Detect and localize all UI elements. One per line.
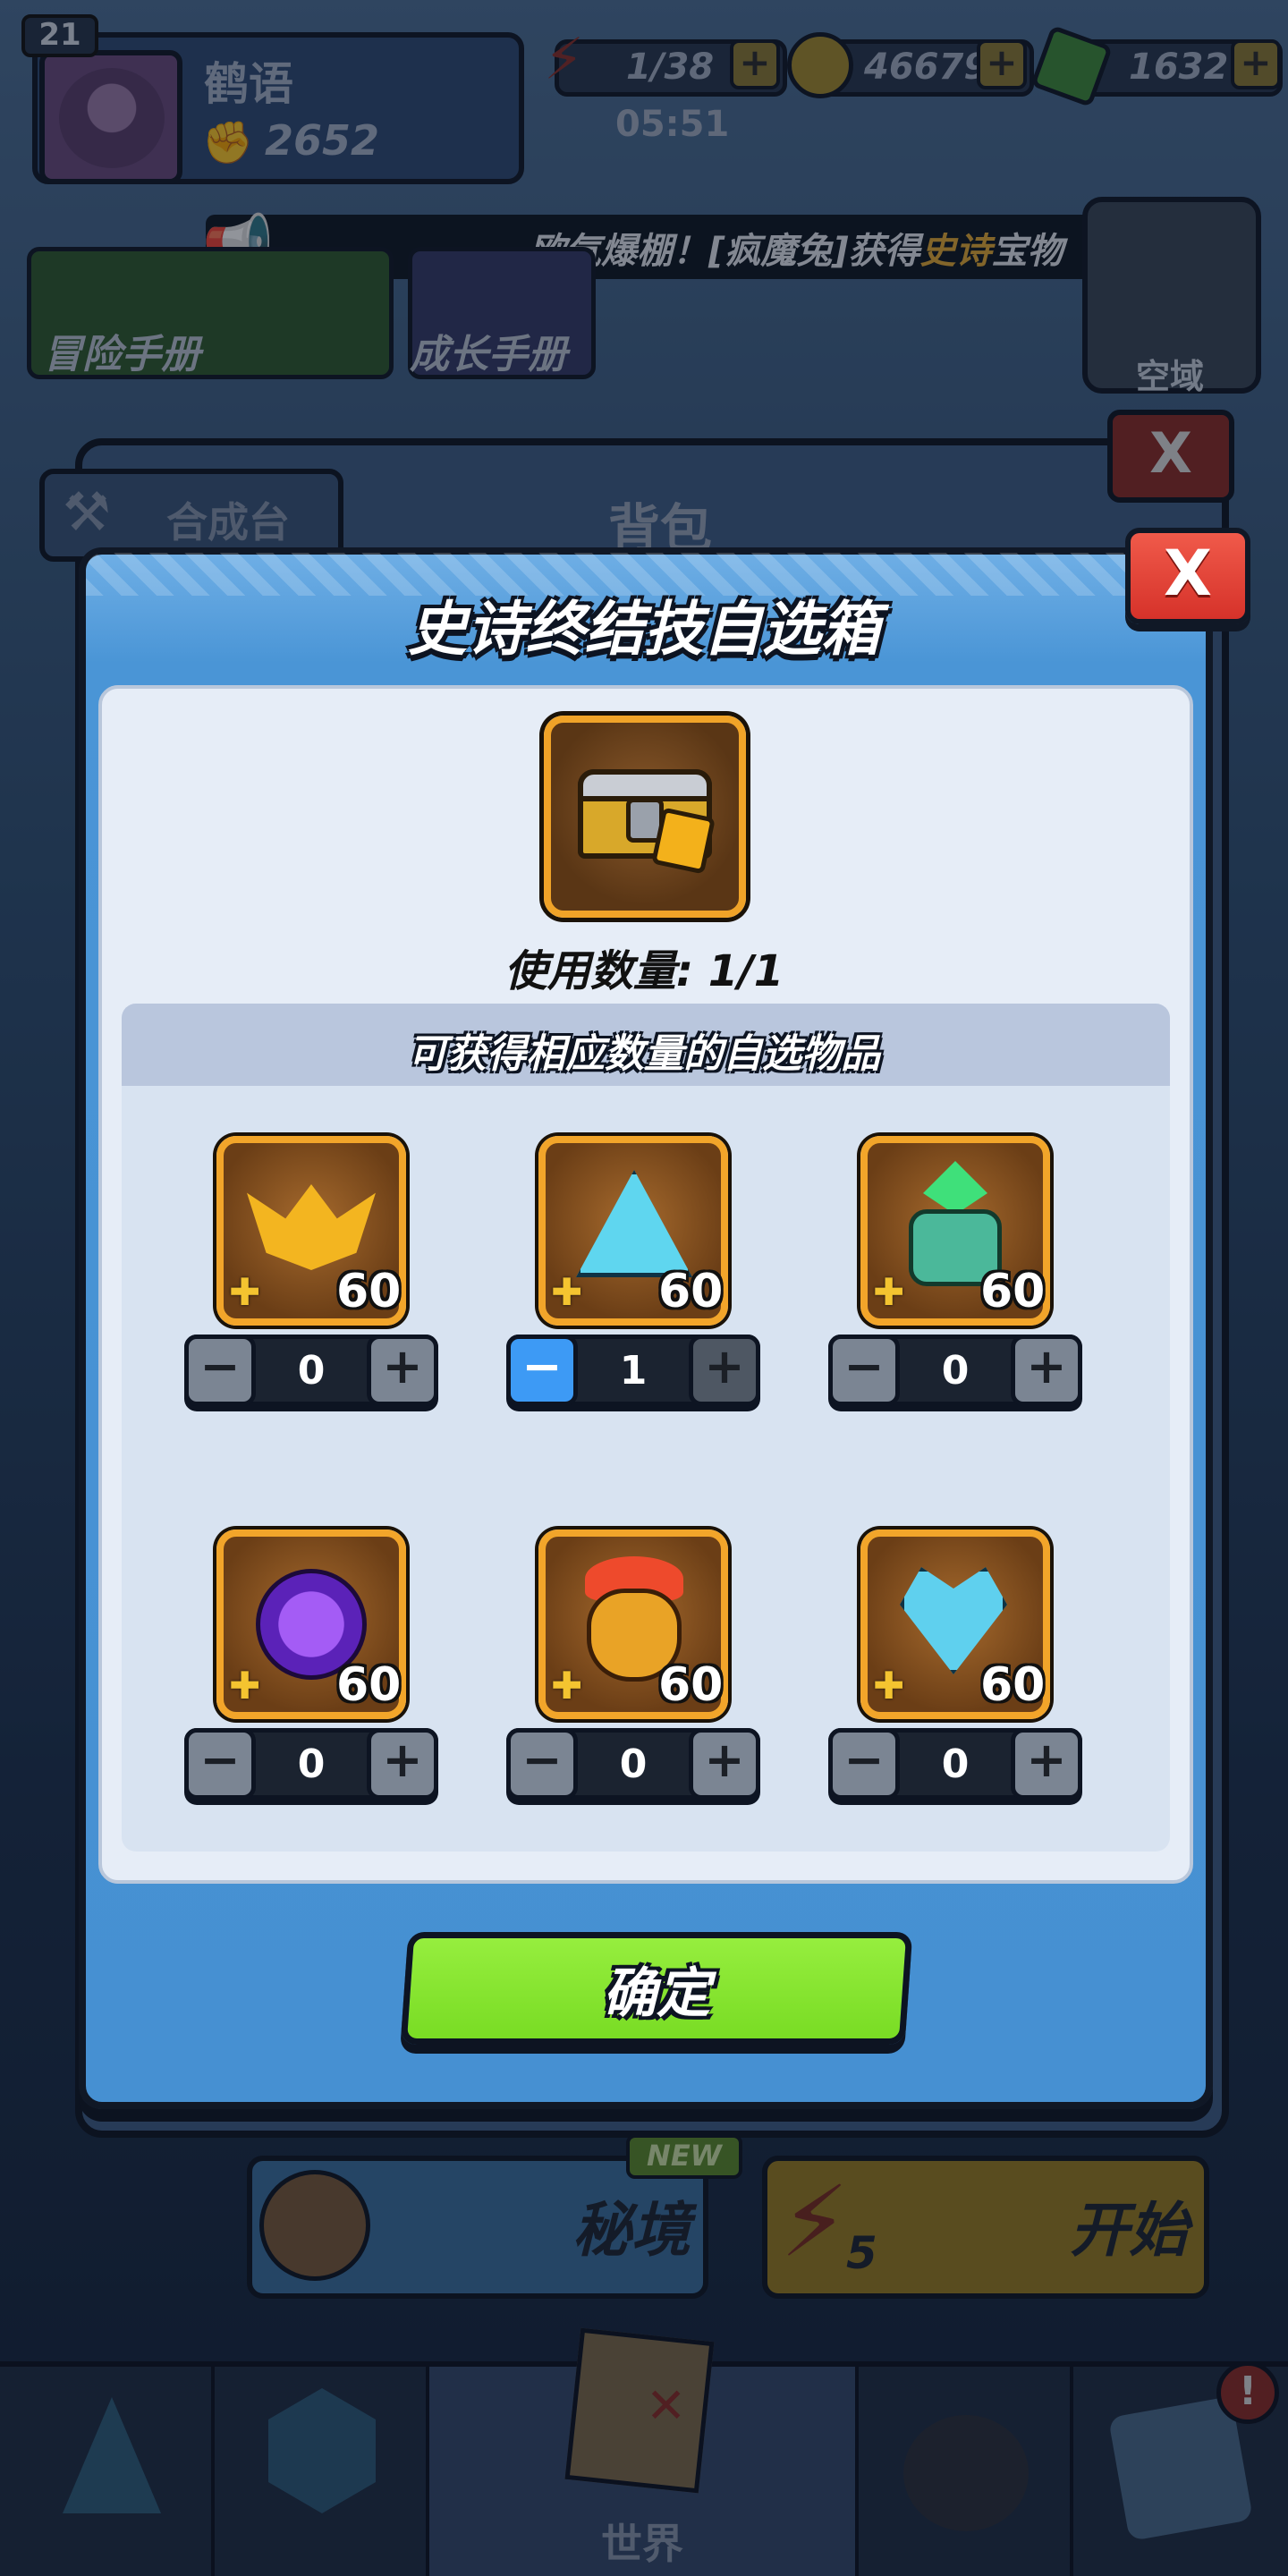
usage-count-label: 使用数量: 1/1 bbox=[504, 946, 784, 996]
item-purple-rune-orb[interactable]: ✚ 60 bbox=[216, 1530, 406, 1719]
puzzle-piece-icon: ✚ bbox=[551, 1270, 583, 1314]
item-level: 60 bbox=[658, 1265, 724, 1318]
quantity-stepper: − 0 + bbox=[828, 1728, 1082, 1800]
treasure-chest-icon bbox=[544, 716, 746, 918]
item-ice-triangle-pendant[interactable]: ✚ 60 bbox=[538, 1136, 728, 1326]
quantity-stepper: − 0 + bbox=[828, 1335, 1082, 1406]
increment-button[interactable]: + bbox=[1011, 1335, 1082, 1406]
quantity-value: 0 bbox=[297, 1741, 326, 1787]
decrement-button[interactable]: − bbox=[184, 1335, 256, 1406]
decrement-button[interactable]: − bbox=[506, 1335, 578, 1406]
bat-wing-icon bbox=[247, 1184, 376, 1270]
quantity-value: 0 bbox=[619, 1741, 648, 1787]
increment-button-disabled[interactable]: + bbox=[689, 1335, 760, 1406]
ice-triangle-icon bbox=[576, 1170, 692, 1277]
increment-button[interactable]: + bbox=[367, 1335, 438, 1406]
item-level: 60 bbox=[658, 1658, 724, 1712]
crystal-icon bbox=[923, 1161, 987, 1215]
item-level: 60 bbox=[336, 1658, 402, 1712]
item-level: 60 bbox=[980, 1265, 1046, 1318]
quantity-value: 1 bbox=[619, 1348, 648, 1394]
decrement-button[interactable]: − bbox=[184, 1728, 256, 1800]
item-golden-bat-wing[interactable]: ✚ 60 bbox=[216, 1136, 406, 1326]
decrement-button[interactable]: − bbox=[828, 1335, 900, 1406]
item-green-crystal-lantern[interactable]: ✚ 60 bbox=[860, 1136, 1050, 1326]
quantity-stepper: − 1 + bbox=[506, 1335, 760, 1406]
quantity-stepper: − 0 + bbox=[184, 1335, 438, 1406]
puzzle-piece-icon: ✚ bbox=[873, 1270, 905, 1314]
quantity-stepper: − 0 + bbox=[184, 1728, 438, 1800]
modal-close-button[interactable]: X bbox=[1125, 528, 1250, 624]
item-level: 60 bbox=[336, 1265, 402, 1318]
items-header-label: 可获得相应数量的自选物品 bbox=[408, 1031, 880, 1077]
quantity-stepper: − 0 + bbox=[506, 1728, 760, 1800]
increment-button[interactable]: + bbox=[367, 1728, 438, 1800]
confirm-button-label: 确定 bbox=[603, 1962, 710, 2025]
puzzle-piece-icon: ✚ bbox=[229, 1664, 261, 1707]
decrement-button[interactable]: − bbox=[828, 1728, 900, 1800]
puzzle-piece-icon: ✚ bbox=[873, 1664, 905, 1707]
decrement-button[interactable]: − bbox=[506, 1728, 578, 1800]
increment-button[interactable]: + bbox=[1011, 1728, 1082, 1800]
quantity-value: 0 bbox=[941, 1348, 970, 1394]
item-level: 60 bbox=[980, 1658, 1046, 1712]
item-ice-heart-amulet[interactable]: ✚ 60 bbox=[860, 1530, 1050, 1719]
quantity-value: 0 bbox=[297, 1348, 326, 1394]
items-grid bbox=[122, 1004, 1170, 1852]
item-fire-owl-urn[interactable]: ✚ 60 bbox=[538, 1530, 728, 1719]
increment-button[interactable]: + bbox=[689, 1728, 760, 1800]
quantity-value: 0 bbox=[941, 1741, 970, 1787]
modal-title: 史诗终结技自选箱 bbox=[408, 595, 880, 664]
puzzle-piece-icon: ✚ bbox=[551, 1664, 583, 1707]
puzzle-piece-icon: ✚ bbox=[229, 1270, 261, 1314]
